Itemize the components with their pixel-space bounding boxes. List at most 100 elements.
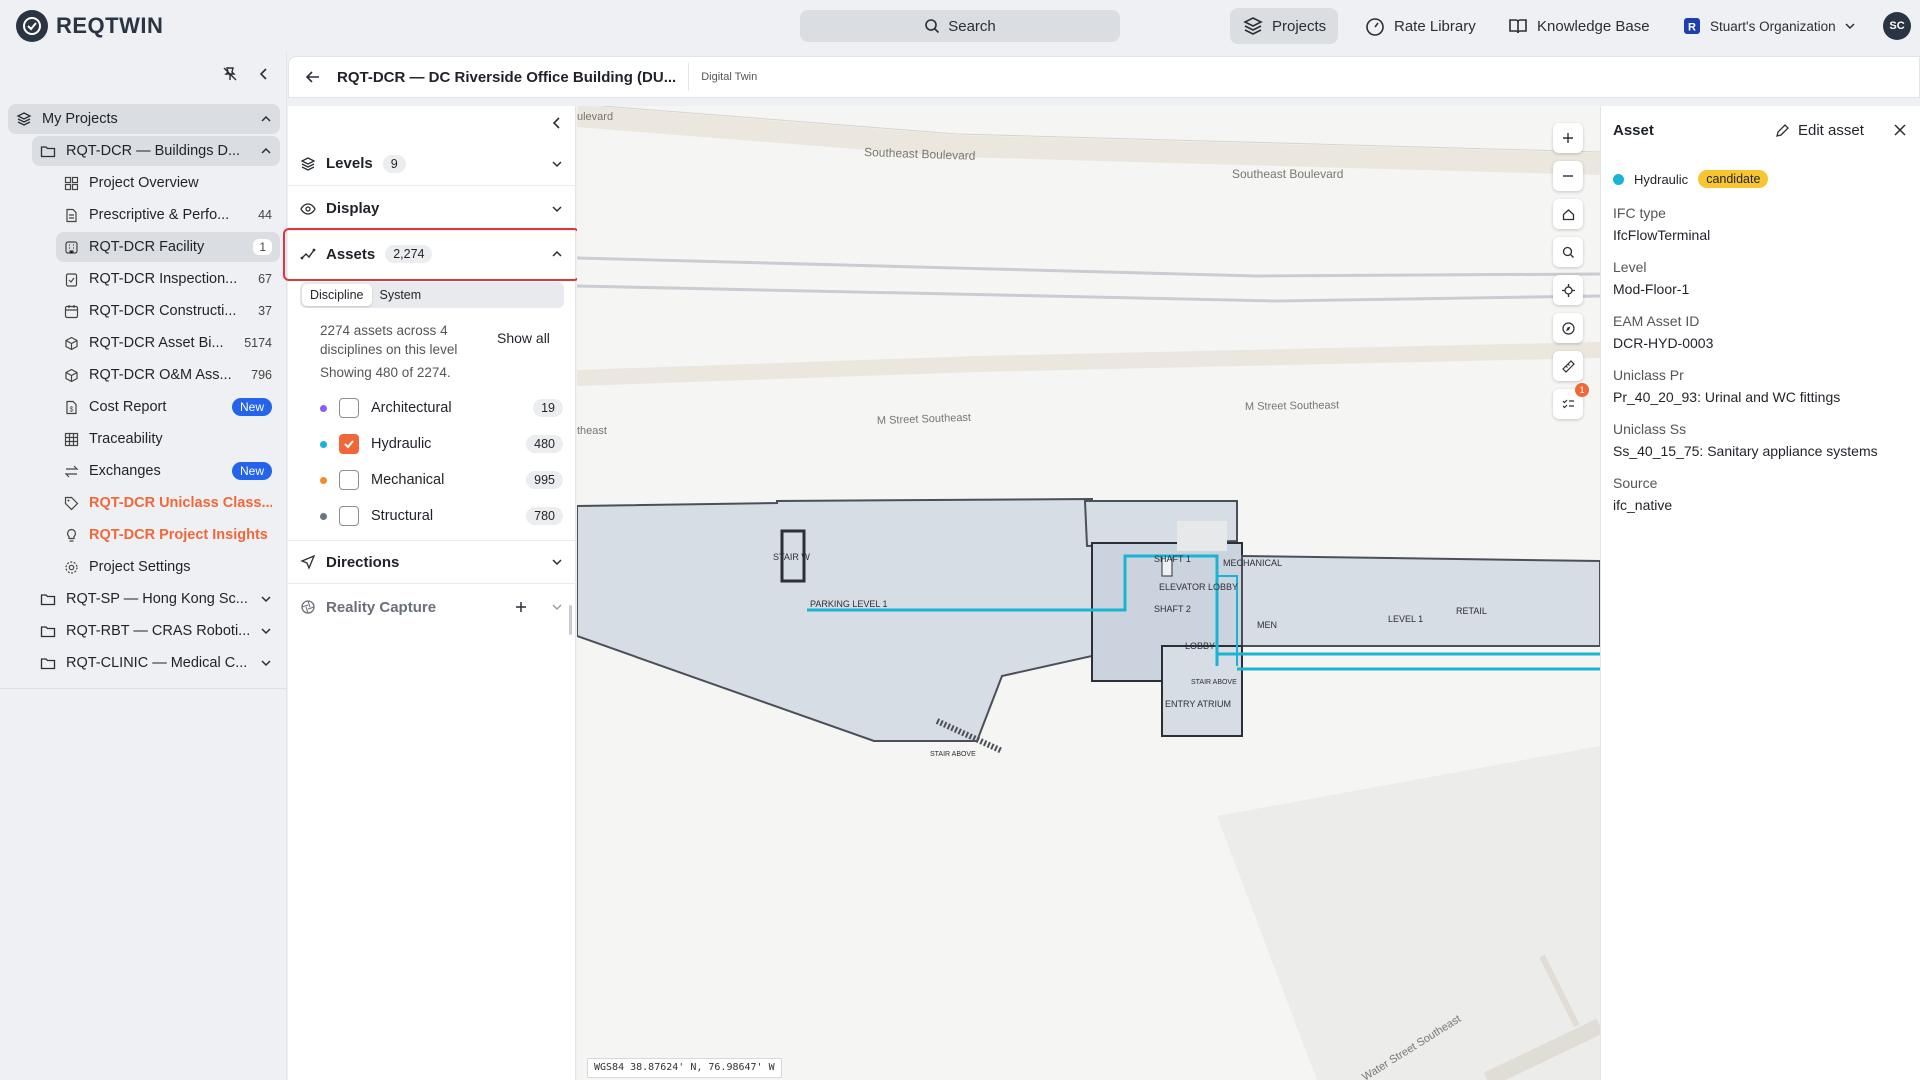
search-button[interactable]: Search xyxy=(800,10,1120,42)
sidebar-item-label: Cost Report xyxy=(89,399,167,415)
sidebar-item-traceability[interactable]: Traceability xyxy=(56,424,280,454)
discipline-checkbox[interactable] xyxy=(339,398,359,418)
tab-system[interactable]: System xyxy=(372,284,430,306)
organization-icon: R xyxy=(1684,18,1700,34)
project-folder-rqt-clinic[interactable]: RQT-CLINIC — Medical C... xyxy=(32,648,280,678)
sidebar-item-om-assets[interactable]: RQT-DCR O&M Ass... 796 xyxy=(56,360,280,390)
user-avatar[interactable]: SC xyxy=(1883,12,1911,40)
my-projects-label: My Projects xyxy=(42,111,118,127)
clipboard-check-icon xyxy=(65,272,78,287)
asset-field: EAM Asset ID DCR-HYD-0003 xyxy=(1613,310,1713,354)
edit-asset-button[interactable]: Edit asset xyxy=(1775,122,1864,139)
chevron-down-icon xyxy=(552,604,562,611)
knowledge-base-nav-button[interactable]: Knowledge Base xyxy=(1495,8,1662,44)
levels-count: 9 xyxy=(382,154,406,173)
directions-label: Directions xyxy=(326,553,400,571)
unpin-icon[interactable] xyxy=(222,66,238,82)
room-label: STAIR ABOVE xyxy=(1191,679,1237,686)
show-all-button[interactable]: Show all xyxy=(497,330,550,346)
sidebar-item-asset-bim[interactable]: RQT-DCR Asset Bi... 5174 xyxy=(56,328,280,358)
discipline-row-hydraulic[interactable]: Hydraulic 480 xyxy=(320,431,563,457)
book-icon xyxy=(1509,19,1527,34)
floor-plan-map[interactable]: ulevard Southeast Boulevard Southeast Bo… xyxy=(577,106,1600,1080)
asset-field: Uniclass Pr Pr_40_20_93: Urinal and WC f… xyxy=(1613,364,1840,408)
locate-button[interactable] xyxy=(1553,275,1583,305)
close-icon[interactable] xyxy=(1893,123,1907,137)
discipline-checkbox[interactable] xyxy=(339,470,359,490)
item-count: 37 xyxy=(258,304,272,318)
project-folder-rqt-dcr[interactable]: RQT-DCR — Buildings D... xyxy=(32,136,280,166)
street-label: M Street Southeast xyxy=(1245,399,1339,413)
zoom-in-button[interactable] xyxy=(1553,123,1583,153)
field-key: EAM Asset ID xyxy=(1613,313,1700,329)
chevron-down-icon xyxy=(552,559,562,566)
directions-section[interactable]: Directions xyxy=(288,540,576,584)
search-map-button[interactable] xyxy=(1553,237,1583,267)
street-label: ulevard xyxy=(577,111,613,123)
organization-switcher[interactable]: R Stuart's Organization xyxy=(1670,8,1868,44)
zoom-out-button[interactable] xyxy=(1553,161,1583,191)
plus-icon[interactable] xyxy=(514,600,528,614)
sidebar-item-cost-report[interactable]: $ Cost Report New xyxy=(56,392,280,422)
svg-text:$: $ xyxy=(70,406,74,413)
tab-discipline[interactable]: Discipline xyxy=(302,284,372,306)
discipline-checkbox[interactable] xyxy=(339,434,359,454)
compass-button[interactable] xyxy=(1553,313,1583,343)
layers-icon xyxy=(16,112,32,126)
levels-label: Levels xyxy=(326,155,373,172)
room-label: LEVEL 1 xyxy=(1388,614,1423,624)
app-logo[interactable]: REQTWIN xyxy=(16,10,163,42)
item-count: 44 xyxy=(258,208,272,222)
chevron-down-icon xyxy=(552,160,562,167)
top-bar: REQTWIN Search Projects Rate Library Kno… xyxy=(0,0,1920,52)
street-label: theast xyxy=(577,425,607,437)
map-canvas[interactable]: ulevard Southeast Boulevard Southeast Bo… xyxy=(577,106,1600,1080)
sidebar-item-prescriptive[interactable]: Prescriptive & Perfo... 44 xyxy=(56,200,280,230)
sidebar-item-exchanges[interactable]: Exchanges New xyxy=(56,456,280,486)
projects-nav-button[interactable]: Projects xyxy=(1230,8,1339,44)
gear-icon xyxy=(65,560,78,574)
sidebar-item-inspection[interactable]: RQT-DCR Inspection... 67 xyxy=(56,264,280,294)
back-arrow-icon[interactable] xyxy=(305,69,321,85)
swap-icon xyxy=(64,465,79,477)
sidebar-item-label: RQT-DCR Constructi... xyxy=(89,303,237,319)
sidebar-item-label: RQT-DCR Facility xyxy=(89,239,205,255)
sidebar-item-label: Project Overview xyxy=(89,175,199,191)
display-section[interactable]: Display xyxy=(288,187,576,231)
sidebar-item-settings[interactable]: Project Settings xyxy=(56,552,280,582)
project-folder-rqt-sp[interactable]: RQT-SP — Hong Kong Sc... xyxy=(32,584,280,614)
assets-showing: Showing 480 of 2274. xyxy=(320,365,451,380)
collapse-panel-icon[interactable] xyxy=(550,116,564,130)
checklist-button[interactable]: 1 xyxy=(1553,383,1589,419)
room-label: SHAFT 2 xyxy=(1154,604,1191,614)
field-value: DCR-HYD-0003 xyxy=(1613,335,1714,351)
sidebar-item-label: RQT-DCR Inspection... xyxy=(89,271,238,287)
sidebar-item-facility[interactable]: RQT-DCR Facility 1 xyxy=(56,232,280,262)
chevron-down-icon xyxy=(552,205,562,212)
sidebar-item-insights[interactable]: RQT-DCR Project Insights xyxy=(56,520,280,550)
page-subtitle: Digital Twin xyxy=(688,63,757,91)
measure-button[interactable] xyxy=(1553,351,1583,381)
chevron-up-icon xyxy=(261,147,271,154)
my-projects-item[interactable]: My Projects xyxy=(8,104,280,134)
discipline-row-structural[interactable]: Structural 780 xyxy=(320,503,563,529)
crosshair-icon xyxy=(1561,283,1575,297)
chevron-down-icon xyxy=(261,596,271,603)
sidebar-item-uniclass[interactable]: RQT-DCR Uniclass Class... xyxy=(56,488,280,518)
levels-section[interactable]: Levels 9 xyxy=(288,142,576,186)
sidebar-item-construction[interactable]: RQT-DCR Constructi... 37 xyxy=(56,296,280,326)
project-folder-rqt-rbt[interactable]: RQT-RBT — CRAS Roboti... xyxy=(32,616,280,646)
home-view-button[interactable] xyxy=(1553,199,1583,229)
app-name: REQTWIN xyxy=(56,13,164,38)
sidebar-item-label: Project Settings xyxy=(89,559,191,575)
panel-scrollbar[interactable] xyxy=(569,605,572,635)
discipline-checkbox[interactable] xyxy=(339,506,359,526)
discipline-row-architectural[interactable]: Architectural 19 xyxy=(320,395,563,421)
reality-capture-section[interactable]: Reality Capture xyxy=(288,585,576,629)
sidebar-item-label: Traceability xyxy=(89,431,163,447)
rate-library-nav-button[interactable]: Rate Library xyxy=(1352,8,1488,44)
sidebar-item-label: RQT-DCR Project Insights xyxy=(89,527,268,543)
discipline-row-mechanical[interactable]: Mechanical 995 xyxy=(320,467,563,493)
collapse-sidebar-icon[interactable] xyxy=(256,66,272,82)
sidebar-item-project-overview[interactable]: Project Overview xyxy=(56,168,280,198)
